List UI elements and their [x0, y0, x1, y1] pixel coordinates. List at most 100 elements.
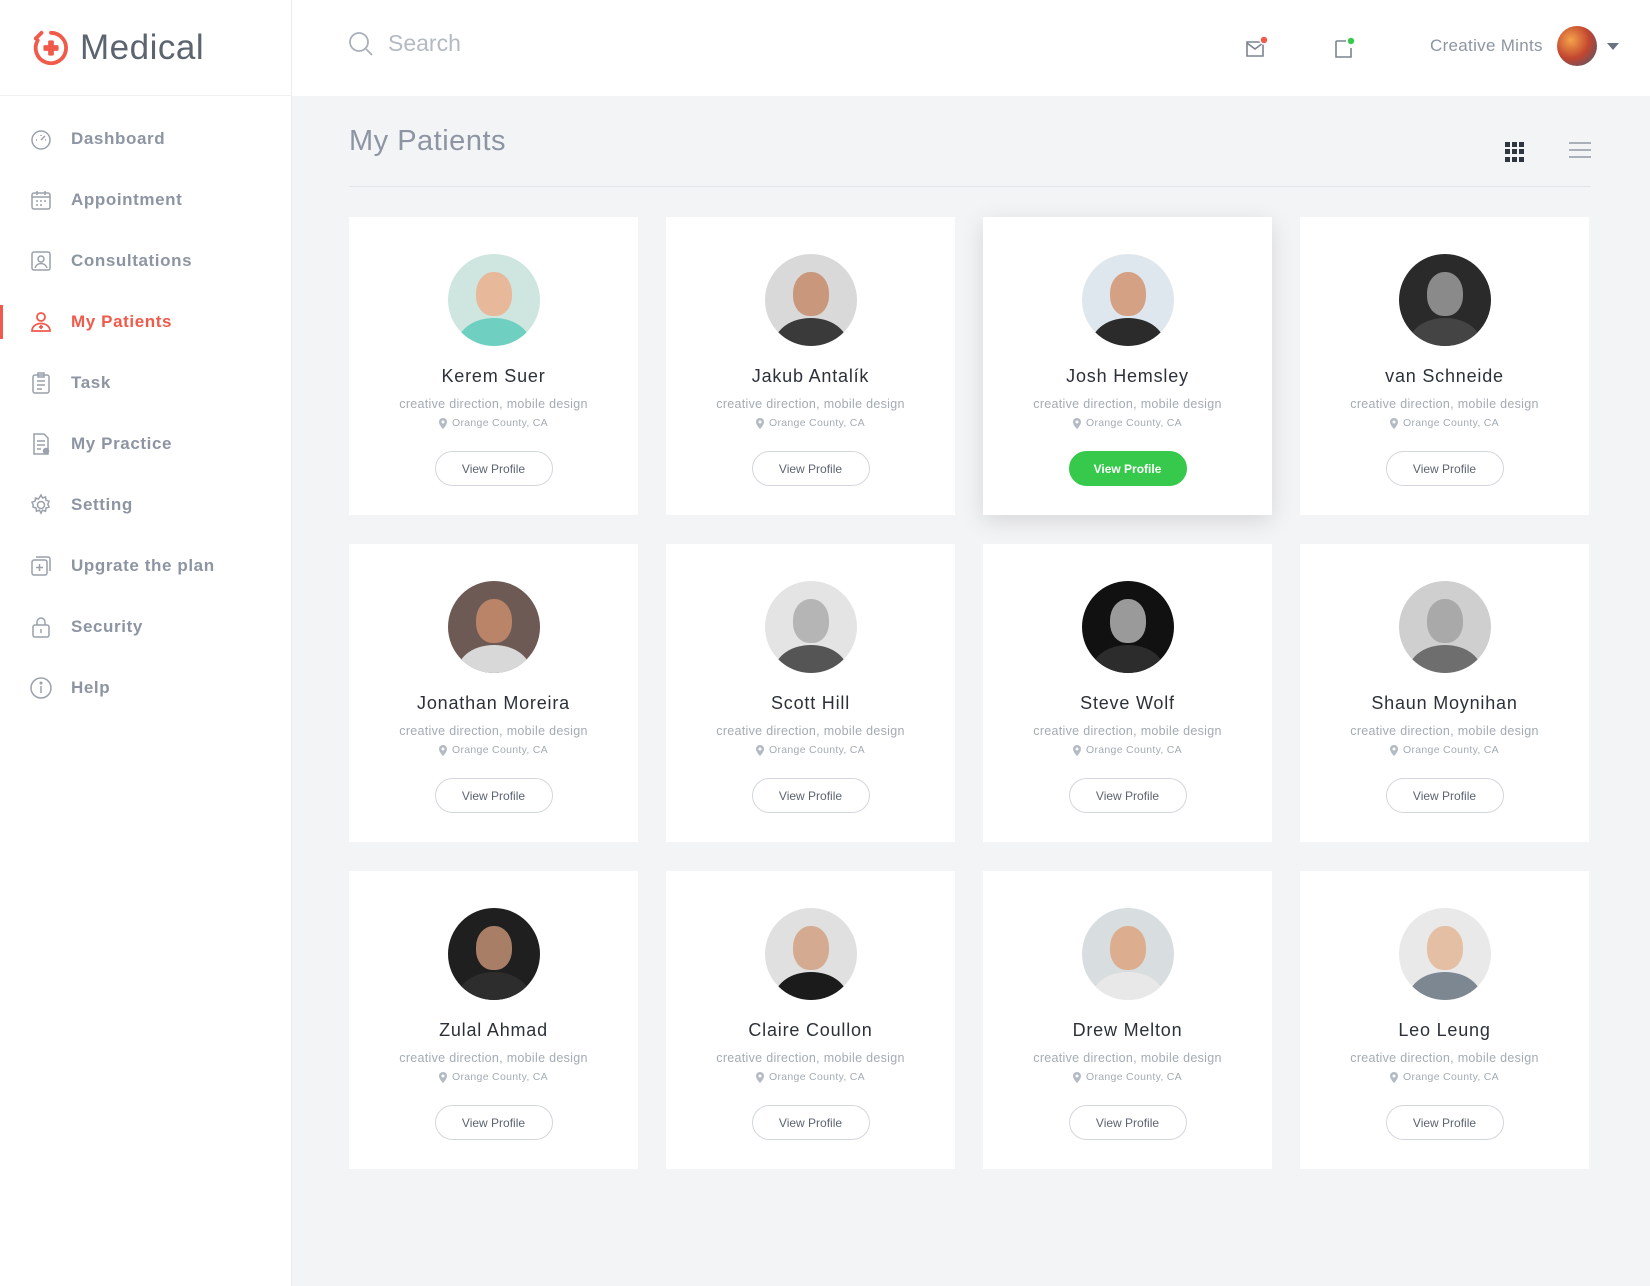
- sidebar-item-help[interactable]: Help: [0, 657, 291, 718]
- patient-name: Jonathan Moreira: [417, 693, 570, 713]
- patient-location-text: Orange County, CA: [1403, 744, 1499, 756]
- topbar: Creative Mints: [292, 0, 1650, 96]
- clipboard-icon: [28, 370, 54, 396]
- user-name: Creative Mints: [1430, 36, 1543, 55]
- location-pin-icon: [1073, 417, 1082, 429]
- view-profile-button[interactable]: View Profile: [1385, 1105, 1504, 1140]
- patient-card: Josh Hemsley creative direction, mobile …: [983, 217, 1272, 515]
- sidebar-item-security[interactable]: Security: [0, 596, 291, 657]
- patient-role: creative direction, mobile design: [1350, 397, 1539, 411]
- view-profile-button[interactable]: View Profile: [434, 451, 553, 486]
- sidebar-item-my-patients[interactable]: My Patients: [0, 291, 291, 352]
- patient-role: creative direction, mobile design: [1033, 397, 1222, 411]
- mail-icon: [1246, 35, 1269, 57]
- sidebar-item-appointment[interactable]: Appointment: [0, 169, 291, 230]
- mail-button[interactable]: [1243, 34, 1271, 62]
- patient-location: Orange County, CA: [756, 417, 865, 429]
- view-profile-button[interactable]: View Profile: [1385, 451, 1504, 486]
- location-pin-icon: [1073, 744, 1082, 756]
- patient-card: Jakub Antalík creative direction, mobile…: [666, 217, 955, 515]
- sidebar-item-label: Security: [71, 616, 143, 636]
- patient-name: Scott Hill: [770, 693, 850, 713]
- view-profile-button[interactable]: View Profile: [1068, 1105, 1187, 1140]
- location-pin-icon: [439, 744, 448, 756]
- patient-card: Steve Wolf creative direction, mobile de…: [983, 544, 1272, 842]
- view-profile-button[interactable]: View Profile: [1068, 451, 1187, 486]
- patient-avatar: [1081, 254, 1174, 346]
- patient-name: Jakub Antalík: [751, 366, 870, 386]
- medical-logo-icon: [33, 30, 68, 65]
- notification-button[interactable]: [1331, 34, 1359, 62]
- location-pin-icon: [756, 744, 765, 756]
- location-pin-icon: [756, 1071, 765, 1083]
- grid-view-icon[interactable]: [1505, 142, 1525, 162]
- patient-avatar: [447, 254, 540, 346]
- patient-avatar: [764, 908, 857, 1000]
- patient-name: Steve Wolf: [1080, 693, 1175, 713]
- location-pin-icon: [439, 1071, 448, 1083]
- patient-location: Orange County, CA: [1073, 417, 1182, 429]
- sidebar-item-upgrade-plan[interactable]: Upgrate the plan: [0, 535, 291, 596]
- patient-grid: Kerem Suer creative direction, mobile de…: [349, 217, 1589, 1169]
- patient-role: creative direction, mobile design: [1350, 1051, 1539, 1065]
- location-pin-icon: [439, 417, 448, 429]
- search-input[interactable]: [388, 30, 728, 57]
- patient-name: Drew Melton: [1072, 1020, 1183, 1040]
- patient-avatar: [764, 254, 857, 346]
- patient-card: Leo Leung creative direction, mobile des…: [1300, 871, 1589, 1169]
- patient-location: Orange County, CA: [439, 417, 548, 429]
- search-icon[interactable]: [348, 31, 374, 57]
- sidebar-item-task[interactable]: Task: [0, 352, 291, 413]
- location-pin-icon: [1390, 1071, 1399, 1083]
- brand[interactable]: Medical: [0, 0, 291, 96]
- patient-role: creative direction, mobile design: [399, 397, 588, 411]
- sidebar-item-my-practice[interactable]: My Practice: [0, 413, 291, 474]
- view-profile-button[interactable]: View Profile: [751, 778, 870, 813]
- view-profile-button[interactable]: View Profile: [434, 778, 553, 813]
- patient-card: Shaun Moynihan creative direction, mobil…: [1300, 544, 1589, 842]
- patient-location-text: Orange County, CA: [1086, 1071, 1182, 1083]
- patient-avatar: [1081, 581, 1174, 673]
- patient-icon: [28, 309, 54, 335]
- patient-avatar: [447, 908, 540, 1000]
- patient-name: Claire Coullon: [748, 1020, 873, 1040]
- view-profile-button[interactable]: View Profile: [751, 451, 870, 486]
- main-content: My Patients Kerem Suer creative directio…: [349, 96, 1591, 1169]
- list-view-icon[interactable]: [1569, 142, 1591, 160]
- patient-name: Shaun Moynihan: [1371, 693, 1518, 713]
- view-profile-button[interactable]: View Profile: [1385, 778, 1504, 813]
- app-name: Medical: [80, 27, 205, 67]
- sidebar-item-label: Appointment: [71, 189, 183, 209]
- sidebar-item-dashboard[interactable]: Dashboard: [0, 108, 291, 169]
- sidebar-item-label: Help: [71, 677, 111, 697]
- sidebar-item-label: Task: [71, 372, 111, 392]
- calendar-icon: [28, 187, 54, 213]
- location-pin-icon: [1390, 417, 1399, 429]
- sidebar: Medical Dashboard Appointment Consultati…: [0, 0, 292, 1286]
- page-header: My Patients: [349, 96, 1591, 187]
- patient-location: Orange County, CA: [756, 1071, 865, 1083]
- patient-role: creative direction, mobile design: [716, 724, 905, 738]
- sidebar-item-label: Upgrate the plan: [71, 555, 215, 575]
- patient-card: Scott Hill creative direction, mobile de…: [666, 544, 955, 842]
- patient-location: Orange County, CA: [1390, 417, 1499, 429]
- patient-name: Josh Hemsley: [1066, 366, 1189, 386]
- sidebar-item-label: My Practice: [71, 433, 173, 453]
- user-menu[interactable]: Creative Mints: [1430, 26, 1619, 66]
- sidebar-item-setting[interactable]: Setting: [0, 474, 291, 535]
- patient-role: creative direction, mobile design: [1033, 724, 1222, 738]
- view-profile-button[interactable]: View Profile: [751, 1105, 870, 1140]
- sidebar-item-consultations[interactable]: Consultations: [0, 230, 291, 291]
- patient-location: Orange County, CA: [439, 1071, 548, 1083]
- patient-location-text: Orange County, CA: [769, 744, 865, 756]
- view-profile-button[interactable]: View Profile: [1068, 778, 1187, 813]
- patient-location-text: Orange County, CA: [1403, 417, 1499, 429]
- view-profile-button[interactable]: View Profile: [434, 1105, 553, 1140]
- patient-location-text: Orange County, CA: [1086, 744, 1182, 756]
- info-icon: [28, 675, 54, 701]
- lock-icon: [28, 614, 54, 640]
- patient-avatar: [1398, 254, 1491, 346]
- patient-location-text: Orange County, CA: [1403, 1071, 1499, 1083]
- patient-card: Kerem Suer creative direction, mobile de…: [349, 217, 638, 515]
- sidebar-item-label: Dashboard: [71, 128, 166, 148]
